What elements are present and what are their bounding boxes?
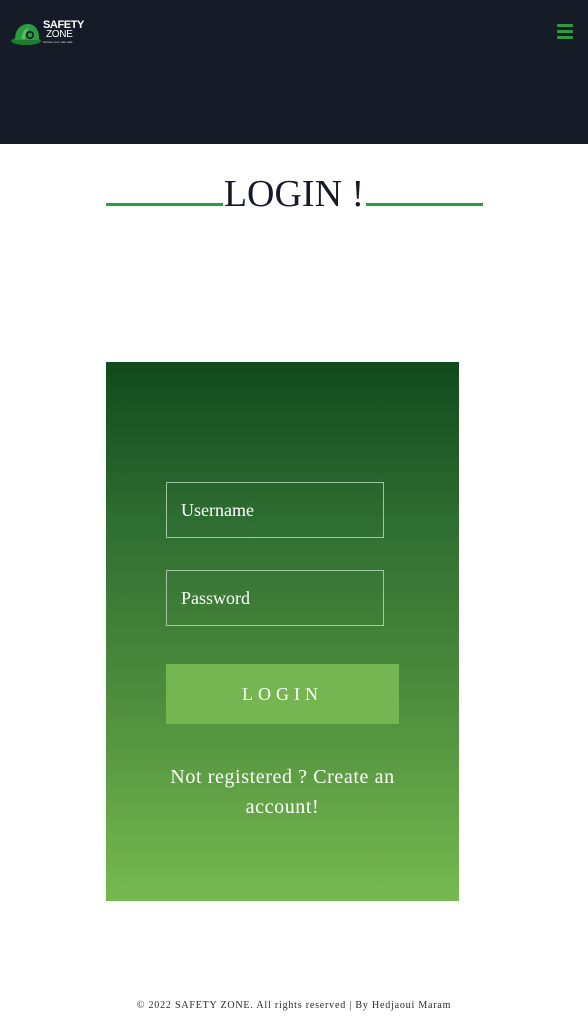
password-field xyxy=(166,570,384,626)
username-field xyxy=(166,482,384,538)
page-title-row: LOGIN ! xyxy=(0,168,588,218)
logo-text-zone: ZONE xyxy=(46,29,73,40)
menu-bar xyxy=(557,30,573,33)
password-input[interactable] xyxy=(167,571,383,625)
helmet-icon xyxy=(11,24,41,45)
page-title: LOGIN ! xyxy=(223,173,365,215)
menu-bar xyxy=(557,36,573,39)
footer-copyright: © 2022 SAFETY ZONE. All rights reserved … xyxy=(136,1000,452,1011)
hamburger-menu-icon[interactable] xyxy=(557,24,573,39)
title-divider-right xyxy=(366,203,483,206)
create-account-link[interactable]: Not registered ? Create an account! xyxy=(156,762,409,822)
menu-bar xyxy=(557,24,573,27)
top-header: SAFETY ZONE behave your safe safe xyxy=(0,0,588,144)
login-button[interactable]: LOGIN xyxy=(166,664,399,724)
username-input[interactable] xyxy=(167,483,383,537)
logo-tagline: behave your safe safe xyxy=(43,40,73,44)
login-card: LOGIN Not registered ? Create an account… xyxy=(106,362,459,901)
safety-zone-logo[interactable]: SAFETY ZONE behave your safe safe xyxy=(10,18,86,50)
